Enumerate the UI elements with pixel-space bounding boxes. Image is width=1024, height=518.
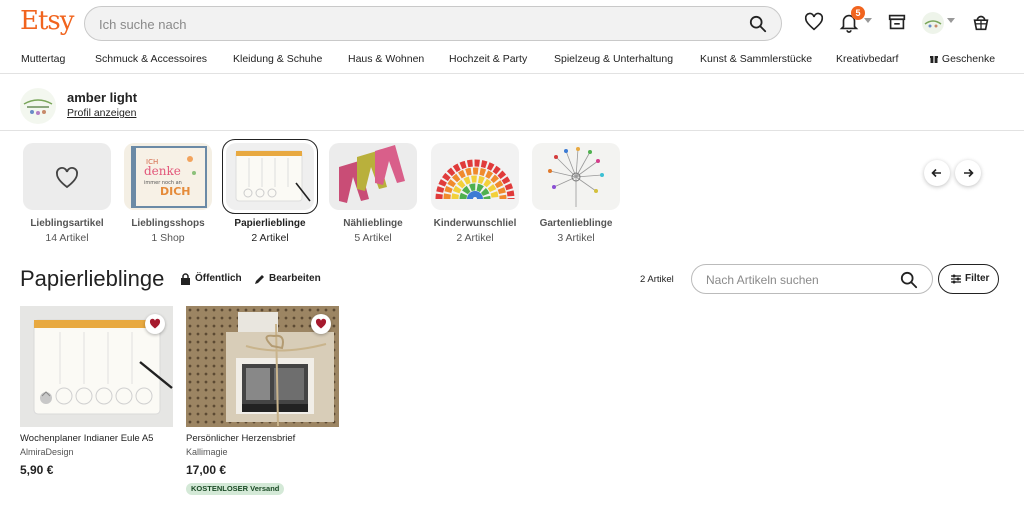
account-avatar[interactable] [922, 12, 944, 34]
lock-icon [181, 273, 190, 285]
filter-sliders-icon [951, 274, 961, 284]
item-search-placeholder: Nach Artikeln suchen [706, 273, 819, 287]
favorite-button[interactable] [311, 314, 331, 334]
collection-thumb [226, 143, 314, 210]
free-shipping-badge: KOSTENLOSER Versand [186, 483, 285, 495]
collection-papierlieblinge[interactable]: Papierlieblinge 2 Artikel [222, 139, 318, 252]
listing-card[interactable]: Wochenplaner Indianer Eule A5 AlmiraDesi… [20, 306, 173, 506]
collection-count: 5 Artikel [354, 232, 392, 244]
shop-manager-icon[interactable] [886, 11, 908, 33]
book-cover-image: ICH denke immer noch an DICH [131, 146, 207, 208]
listing-card[interactable]: Persönlicher Herzensbrief Kallimagie 17,… [186, 306, 339, 506]
book-text-2: denke [144, 164, 181, 178]
collection-count: 2 Artikel [251, 232, 289, 244]
filter-label: Filter [965, 273, 990, 284]
heart-outline-icon [56, 167, 78, 189]
carousel-next-button[interactable] [955, 160, 981, 186]
nav-item-muttertag[interactable]: Muttertag [21, 53, 65, 65]
collection-title: Lieblingsartikel [30, 218, 104, 229]
notification-badge: 5 [851, 6, 865, 20]
pencil-icon [255, 275, 264, 284]
collection-gartenlieblinge[interactable]: Gartenlieblinge 3 Artikel [530, 142, 622, 252]
favorite-button[interactable] [145, 314, 165, 334]
book-text-4: DICH [160, 185, 191, 198]
collection-count: 14 Artikel [45, 232, 89, 244]
heart-filled-icon [315, 318, 327, 329]
search-icon[interactable] [900, 271, 918, 289]
chevron-down-icon[interactable] [947, 18, 955, 23]
nav-item-schmuck[interactable]: Schmuck & Accessoires [95, 53, 207, 65]
item-count: 2 Artikel [640, 274, 674, 285]
profile-name: amber light [67, 90, 138, 105]
collection-count: 2 Artikel [456, 232, 494, 244]
listing-title[interactable]: Wochenplaner Indianer Eule A5 [20, 433, 153, 444]
profile-avatar[interactable] [20, 88, 56, 124]
listing-shop[interactable]: Kallimagie [186, 447, 228, 457]
edit-label: Bearbeiten [269, 273, 321, 284]
fabric-clips-image [339, 145, 405, 203]
collection-count: 1 Shop [151, 232, 185, 244]
category-nav: Muttertag Schmuck & Accessoires Kleidung… [0, 46, 1024, 74]
search-icon[interactable] [749, 15, 767, 33]
item-search-input[interactable]: Nach Artikeln suchen [691, 264, 933, 294]
dandelion-art-image [548, 147, 604, 207]
nav-item-spielzeug[interactable]: Spielzeug & Unterhaltung [554, 53, 673, 65]
collection-page-title: Papierlieblinge [20, 266, 165, 291]
collection-lieblingsartikel[interactable]: Lieblingsartikel 14 Artikel [21, 142, 113, 252]
heart-filled-icon [149, 318, 161, 329]
listing-title[interactable]: Persönlicher Herzensbrief [186, 433, 295, 444]
visibility-label: Öffentlich [195, 273, 242, 284]
arrow-left-icon [931, 168, 941, 178]
nav-item-kunst[interactable]: Kunst & Sammlerstücke [700, 53, 812, 65]
nav-item-kleidung[interactable]: Kleidung & Schuhe [233, 53, 322, 65]
site-header: Etsy Ich suche nach 5 [0, 0, 1024, 46]
search-bar[interactable]: Ich suche nach [84, 6, 782, 41]
nav-gifts-label: Geschenke [941, 53, 996, 65]
divider [0, 130, 1024, 131]
chevron-down-icon[interactable] [864, 18, 872, 23]
gift-icon [930, 56, 938, 63]
planner-image [235, 150, 311, 202]
search-placeholder: Ich suche nach [99, 17, 187, 32]
nav-item-hochzeit[interactable]: Hochzeit & Party [449, 53, 527, 65]
profile-logo-icon [23, 99, 53, 115]
collection-naehlieblinge[interactable]: Nählieblinge 5 Artikel [327, 142, 419, 252]
etsy-logo[interactable]: Etsy [20, 6, 74, 36]
collection-thumb: ICH denke immer noch an DICH [124, 143, 212, 210]
collection-title: Kinderwunschliel [433, 218, 517, 229]
collection-title: Lieblingsshops [131, 218, 205, 229]
cart-basket-icon[interactable] [970, 11, 992, 33]
avatar-logo-icon [924, 20, 942, 28]
nav-item-haus[interactable]: Haus & Wohnen [348, 53, 424, 65]
filter-button[interactable]: Filter [938, 264, 999, 294]
listing-shop[interactable]: AlmiraDesign [20, 447, 74, 457]
rainbow-image [435, 159, 515, 200]
nav-item-geschenke[interactable]: Geschenke [929, 53, 995, 65]
listing-price: 17,00 € [186, 463, 227, 477]
arrow-right-icon [964, 168, 974, 178]
collection-lieblingsshops[interactable]: ICH denke immer noch an DICH Lieblingssh… [122, 142, 214, 252]
collection-thumb [532, 143, 620, 210]
collection-title: Nählieblinge [343, 218, 403, 229]
carousel-prev-button[interactable] [924, 160, 950, 186]
collection-thumb [431, 143, 519, 210]
profile-header: amber light Profil anzeigen [20, 88, 420, 124]
collection-title: Papierlieblinge [234, 218, 306, 229]
nav-item-kreativbedarf[interactable]: Kreativbedarf [836, 53, 898, 65]
listing-price: 5,90 € [20, 463, 54, 477]
collection-kinderwunschliel[interactable]: Kinderwunschliel 2 Artikel [429, 142, 521, 252]
collection-count: 3 Artikel [557, 232, 595, 244]
collection-title: Gartenlieblinge [539, 218, 613, 229]
collection-thumb [329, 143, 417, 210]
view-profile-link[interactable]: Profil anzeigen [67, 107, 136, 119]
collection-thumb [23, 143, 111, 210]
favorites-heart-icon[interactable] [803, 11, 825, 33]
